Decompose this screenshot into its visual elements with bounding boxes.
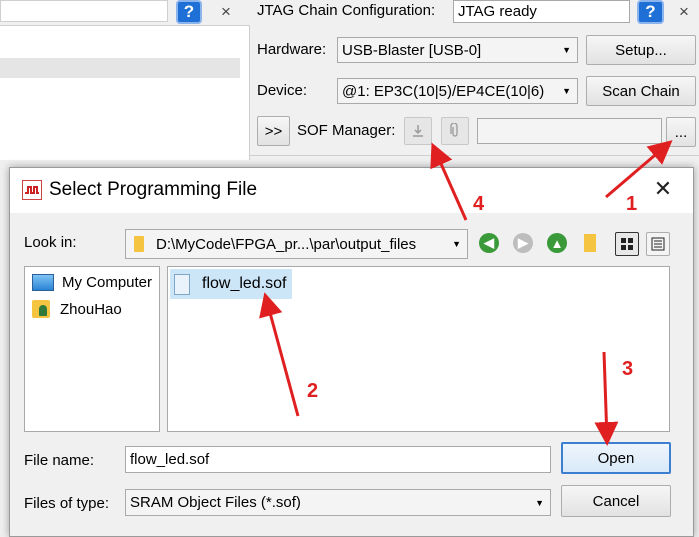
annotation-label-2: 2 — [307, 380, 319, 402]
annotation-label-1: 1 — [626, 193, 638, 215]
arrow-3 — [594, 351, 619, 446]
annotation-arrows — [259, 140, 673, 446]
annotation-label-3: 3 — [622, 358, 634, 380]
arrow-2 — [259, 292, 300, 417]
arrow-4 — [430, 142, 468, 221]
arrow-1 — [605, 140, 673, 199]
annotation-label-4: 4 — [473, 193, 485, 215]
